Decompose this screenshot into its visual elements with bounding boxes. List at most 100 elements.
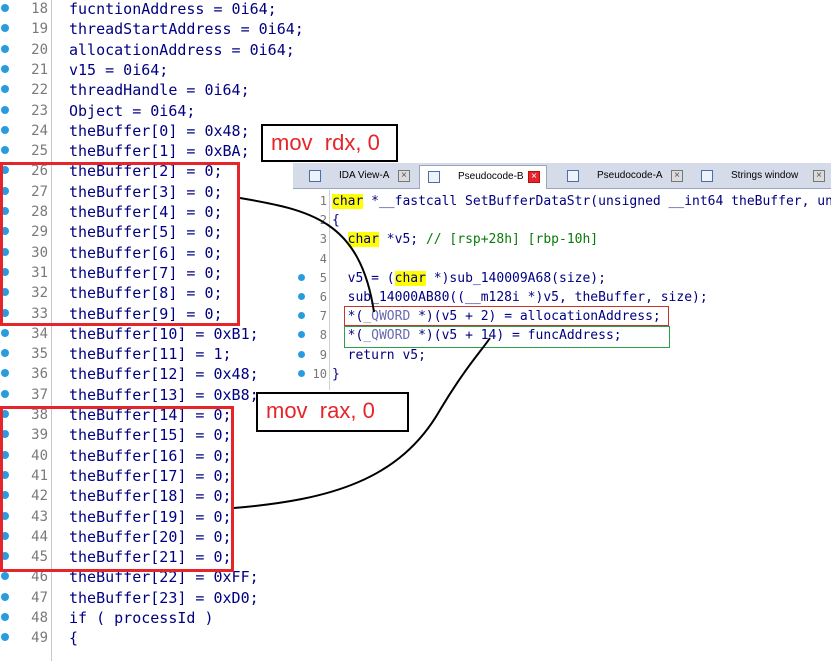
breakpoint-dot-icon[interactable] bbox=[1, 389, 9, 398]
line-number: 4 bbox=[319, 251, 327, 266]
code-text[interactable]: if ( processId ) bbox=[69, 608, 214, 628]
code-text[interactable]: { bbox=[332, 211, 340, 230]
pseudocode-line[interactable]: 1 char *__fastcall SetBufferDataStr(unsig… bbox=[293, 192, 831, 211]
code-line[interactable]: 48 if ( processId ) bbox=[0, 608, 300, 628]
code-line[interactable]: 19 threadStartAddress = 0i64; bbox=[0, 19, 304, 39]
breakpoint-dot-icon[interactable] bbox=[1, 4, 9, 12]
pseudocode-line[interactable]: 4 bbox=[293, 250, 831, 269]
code-token: *)sub_140009A68(size); bbox=[425, 270, 606, 286]
breakpoint-dot-icon[interactable] bbox=[1, 613, 9, 621]
disassembly-icon bbox=[309, 170, 321, 182]
pseudocode-line[interactable]: 10} bbox=[293, 365, 831, 384]
breakpoint-dot-icon[interactable] bbox=[1, 105, 9, 114]
breakpoint-dot-icon[interactable] bbox=[1, 85, 9, 94]
code-text[interactable]: theBuffer[12] = 0x48; bbox=[69, 364, 259, 384]
code-line[interactable]: 37 theBuffer[13] = 0xB8; bbox=[0, 385, 300, 405]
breakpoint-dot-icon[interactable] bbox=[298, 273, 305, 281]
close-icon[interactable]: × bbox=[813, 170, 825, 182]
line-number: 3 bbox=[319, 232, 327, 247]
code-token: { bbox=[332, 213, 340, 229]
breakpoint-dot-icon[interactable] bbox=[1, 633, 9, 642]
line-number: 19 bbox=[31, 21, 48, 38]
breakpoint-dot-icon[interactable] bbox=[1, 572, 9, 581]
pseudocode-line[interactable]: 3 char *v5; // [rsp+28h] [rbp-10h] bbox=[293, 230, 831, 249]
keyword-token: char bbox=[332, 194, 364, 209]
code-line[interactable]: 49 { bbox=[0, 628, 300, 648]
code-line[interactable]: 23 Object = 0i64; bbox=[0, 101, 300, 121]
code-text[interactable]: Object = 0i64; bbox=[69, 101, 195, 121]
code-text[interactable]: v15 = 0i64; bbox=[69, 60, 168, 80]
pseudocode-line[interactable]: 2{ bbox=[293, 211, 831, 230]
code-text[interactable]: theBuffer[11] = 1; bbox=[69, 344, 232, 364]
code-text[interactable]: theBuffer[13] = 0xB8; bbox=[69, 385, 259, 405]
line-number: 49 bbox=[31, 630, 48, 647]
mov-rdx-label: mov rdx, 0 bbox=[261, 124, 398, 162]
code-text[interactable]: allocationAddress = 0i64; bbox=[69, 40, 295, 60]
breakpoint-dot-icon[interactable] bbox=[1, 328, 9, 337]
tab-label: Pseudocode-B bbox=[458, 171, 524, 182]
code-line[interactable]: 36 theBuffer[12] = 0x48; bbox=[0, 364, 300, 384]
tab-ida-view-a[interactable]: IDA View-A × bbox=[301, 165, 416, 189]
line-number: 21 bbox=[31, 61, 48, 78]
breakpoint-dot-icon[interactable] bbox=[1, 64, 9, 73]
tab-strings-window[interactable]: Strings window × bbox=[693, 165, 831, 189]
code-text[interactable]: theBuffer[23] = 0xD0; bbox=[69, 588, 259, 608]
allocation-address-highlight bbox=[344, 306, 669, 326]
code-text[interactable]: v5 = (char *)sub_140009A68(size); bbox=[332, 269, 606, 288]
code-line[interactable]: 22 threadHandle = 0i64; bbox=[0, 80, 300, 100]
code-line[interactable]: 34 theBuffer[10] = 0xB1; bbox=[0, 324, 300, 344]
line-number: 1 bbox=[319, 194, 327, 208]
breakpoint-dot-icon[interactable] bbox=[298, 293, 305, 300]
code-text[interactable]: { bbox=[69, 628, 78, 648]
line-number: 8 bbox=[319, 328, 327, 343]
tab-pseudocode-a[interactable]: Pseudocode-A × bbox=[559, 165, 689, 189]
pseudocode-line[interactable]: 5 v5 = (char *)sub_140009A68(size); bbox=[293, 269, 831, 288]
code-text[interactable]: return v5; bbox=[332, 346, 426, 365]
close-icon[interactable]: × bbox=[671, 170, 683, 182]
breakpoint-dot-icon[interactable] bbox=[1, 24, 9, 33]
breakpoint-dot-icon[interactable] bbox=[1, 44, 9, 53]
line-number: 18 bbox=[31, 1, 48, 17]
close-icon[interactable]: × bbox=[398, 170, 410, 182]
code-token: v5 = ( bbox=[332, 270, 395, 286]
breakpoint-dot-icon[interactable] bbox=[1, 146, 9, 155]
code-line[interactable]: 20 allocationAddress = 0i64; bbox=[0, 40, 300, 60]
code-line[interactable]: 18 fucntionAddress = 0i64; bbox=[0, 0, 300, 19]
breakpoint-dot-icon[interactable] bbox=[298, 331, 305, 339]
code-text[interactable]: } bbox=[332, 365, 340, 384]
breakpoint-dot-icon[interactable] bbox=[1, 349, 9, 358]
breakpoint-dot-icon[interactable] bbox=[1, 369, 9, 378]
code-text[interactable]: theBuffer[0] = 0x48; bbox=[69, 121, 250, 141]
code-line[interactable]: 25 theBuffer[1] = 0xBA; bbox=[0, 141, 300, 161]
zero-bytes-box-rdx bbox=[0, 162, 240, 326]
breakpoint-dot-icon[interactable] bbox=[298, 312, 305, 320]
breakpoint-dot-icon[interactable] bbox=[298, 369, 305, 377]
line-number: 6 bbox=[319, 290, 327, 304]
code-token: } bbox=[332, 366, 340, 382]
breakpoint-dot-icon[interactable] bbox=[1, 592, 9, 601]
code-text[interactable]: threadHandle = 0i64; bbox=[69, 80, 250, 100]
code-text[interactable]: char *v5; // [rsp+28h] [rbp-10h] bbox=[332, 230, 598, 249]
code-line[interactable]: 21 v15 = 0i64; bbox=[0, 60, 300, 80]
line-number: 34 bbox=[31, 325, 48, 342]
tab-label: Pseudocode-A bbox=[597, 170, 663, 181]
code-text[interactable]: char *__fastcall SetBufferDataStr(unsign… bbox=[332, 192, 831, 211]
code-text[interactable]: threadStartAddress = 0i64; bbox=[69, 19, 304, 39]
code-line[interactable]: 24 theBuffer[0] = 0x48; bbox=[0, 121, 300, 141]
mov-rax-label: mov rax, 0 bbox=[256, 392, 409, 432]
tab-pseudocode-b[interactable]: Pseudocode-B × bbox=[419, 165, 547, 189]
code-text[interactable]: theBuffer[1] = 0xBA; bbox=[69, 141, 250, 161]
code-line[interactable]: 47 theBuffer[23] = 0xD0; bbox=[0, 588, 300, 608]
code-text[interactable]: fucntionAddress = 0i64; bbox=[69, 0, 277, 19]
close-icon[interactable]: × bbox=[528, 171, 540, 183]
pseudocode-line[interactable]: 6 sub_14000AB80((__m128i *)v5, theBuffer… bbox=[293, 288, 831, 307]
code-text[interactable]: theBuffer[10] = 0xB1; bbox=[69, 324, 259, 344]
line-number: 23 bbox=[31, 102, 48, 119]
pseudocode-line[interactable]: 9 return v5; bbox=[293, 346, 831, 365]
breakpoint-dot-icon[interactable] bbox=[1, 125, 9, 134]
code-line[interactable]: 35 theBuffer[11] = 1; bbox=[0, 344, 300, 364]
breakpoint-dot-icon[interactable] bbox=[298, 350, 305, 358]
code-text[interactable]: sub_14000AB80((__m128i *)v5, theBuffer, … bbox=[332, 288, 708, 307]
line-number: 47 bbox=[31, 589, 48, 606]
